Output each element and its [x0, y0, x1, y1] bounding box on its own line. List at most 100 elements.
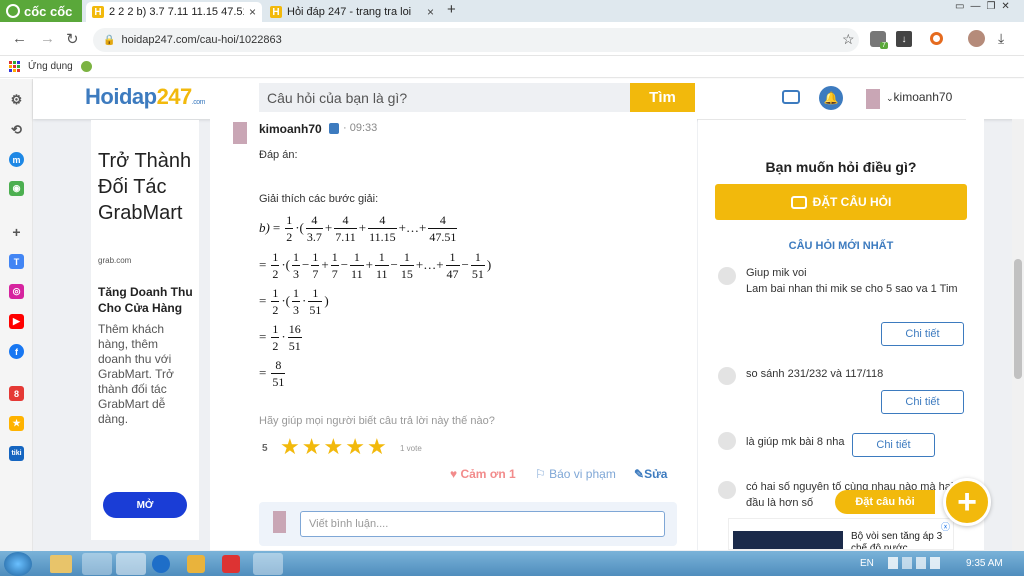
answer-author[interactable]: kimoanh70 [259, 122, 322, 136]
comment-avatar [273, 511, 286, 533]
math-num: 1 [293, 285, 300, 300]
question-avatar [718, 267, 736, 285]
float-ask-button[interactable]: + [943, 478, 991, 526]
app-taskbar-icon[interactable] [253, 553, 283, 575]
question-detail-button[interactable]: Chi tiết [852, 433, 935, 457]
start-button[interactable] [4, 552, 32, 576]
explorer-taskbar-icon[interactable] [50, 555, 72, 573]
math-frac: 4 11.15 [368, 214, 397, 243]
window-maximize-button[interactable]: ❐ [986, 1, 995, 12]
math-frac: 12 [271, 251, 280, 280]
lazada-icon[interactable]: ★ [9, 416, 24, 431]
hoidap-favicon-icon: H [270, 6, 282, 18]
question-text[interactable]: so sánh 231/232 và 117/118 [746, 366, 966, 382]
forward-arrow-icon[interactable]: → [40, 30, 55, 47]
translate-icon[interactable]: T [9, 254, 24, 269]
edit-label: Sửa [644, 467, 668, 481]
messenger-icon[interactable]: m [9, 152, 24, 167]
star-icon[interactable]: ★ [367, 436, 387, 458]
sidebar-ad-text: Bộ vòi sen tăng áp 3 chế độ nước [851, 531, 943, 550]
media-taskbar-icon[interactable] [187, 555, 205, 573]
tab-close-icon[interactable]: × [427, 5, 434, 19]
question-detail-button[interactable]: Chi tiết [881, 390, 964, 414]
instagram-icon[interactable]: ◎ [9, 284, 24, 299]
comment-input[interactable]: Viết bình luận.... [300, 511, 665, 537]
new-tab-button[interactable]: + [447, 1, 456, 18]
volume-icon[interactable] [930, 557, 940, 569]
math-line-5: = 8 51 [259, 357, 287, 389]
chat-icon[interactable] [782, 90, 800, 104]
window-minimize-button[interactable]: — [970, 1, 980, 12]
search-input[interactable]: Câu hỏi của bạn là gì? [259, 83, 631, 112]
question-avatar [718, 367, 736, 385]
rating-value: 5 [262, 443, 268, 454]
network-icon[interactable] [916, 557, 926, 569]
address-bar[interactable]: 🔒 hoidap247.com/cau-hoi/1022863 [93, 28, 859, 52]
facebook-icon[interactable]: f [9, 344, 24, 359]
question-text[interactable]: Giup mik voi Lam bai nhan thi mik se cho… [746, 265, 966, 297]
sidebar-ad[interactable]: Bộ vòi sen tăng áp 3 chế độ nước ⓧ [728, 518, 954, 550]
paint-taskbar-icon[interactable] [222, 555, 240, 573]
extension-badge: 7 [880, 42, 888, 49]
notification-bell-icon[interactable]: 🔔 [819, 86, 843, 110]
history-icon[interactable]: ⟲ [9, 122, 24, 137]
ad-banner[interactable]: Trở Thành Đối Tác GrabMart grab.com Tăng… [91, 120, 199, 540]
tab-question[interactable]: H 2 2 2 b) 3.7 7.11 11.15 47.51 - × [86, 2, 262, 22]
download-manager-icon[interactable]: ↓ [896, 31, 912, 47]
ad-open-button[interactable]: MỞ [103, 492, 187, 518]
game-controller-icon[interactable]: ◉ [9, 181, 24, 196]
tray-icon[interactable] [902, 557, 912, 569]
bookmark-star-icon[interactable]: ☆ [842, 31, 855, 48]
tab-hoidap[interactable]: H Hỏi đáp 247 - trang tra loi × [264, 2, 440, 22]
star-icon[interactable]: ★ [302, 436, 322, 458]
add-sidebar-icon[interactable]: + [9, 224, 24, 240]
tiki-icon[interactable]: tiki [9, 446, 24, 461]
coccoc-extension-icon[interactable] [930, 32, 943, 45]
site-logo[interactable]: Hoidap247.com [85, 84, 205, 110]
coccoc-logo-icon [6, 4, 20, 18]
math-num: 16 [288, 321, 301, 336]
edit-button[interactable]: ✎Sửa [634, 467, 667, 481]
page-scrollbar[interactable] [1012, 119, 1024, 551]
star-icon[interactable]: ★ [280, 436, 300, 458]
profile-avatar[interactable] [968, 30, 985, 47]
user-avatar[interactable] [866, 89, 880, 109]
math-frac: 1 11 [374, 251, 389, 280]
star-icon[interactable]: ★ [323, 436, 343, 458]
bookmark-apps-label[interactable]: Ứng dụng [28, 61, 73, 72]
coccoc-taskbar-icon[interactable] [116, 553, 146, 575]
star-icon[interactable]: ★ [345, 436, 365, 458]
download-icon[interactable]: ⤓ [998, 30, 1004, 47]
tray-icon[interactable] [888, 557, 898, 569]
back-arrow-icon[interactable]: ← [12, 30, 27, 47]
clock[interactable]: 9:35 AM [966, 558, 1003, 569]
ie-taskbar-icon[interactable] [82, 553, 112, 575]
apps-grid-icon[interactable] [9, 61, 20, 72]
search-button[interactable]: Tìm [630, 83, 695, 112]
answer-author-avatar[interactable] [233, 122, 247, 144]
rating-stars[interactable]: ★ ★ ★ ★ ★ [280, 436, 387, 458]
shopee-icon[interactable]: 8 [9, 386, 24, 401]
report-button[interactable]: ⚐ Báo vi phạm [535, 467, 616, 481]
bookmark-leaf-icon[interactable] [80, 61, 92, 72]
math-num: 8 [275, 357, 282, 372]
math-eq: = [259, 257, 267, 272]
user-menu[interactable]: ⌄kimoanh70 [886, 90, 952, 104]
report-label: Báo vi phạm [549, 467, 616, 481]
float-ask-label[interactable]: Đặt câu hỏi [835, 490, 935, 514]
browser-taskbar-icon[interactable] [152, 555, 170, 573]
thanks-button[interactable]: ♥ Cảm ơn 1 [450, 467, 516, 481]
settings-gear-icon[interactable]: ⚙ [9, 92, 24, 107]
scrollbar-thumb[interactable] [1014, 259, 1022, 379]
tab-hoidap-title: Hỏi đáp 247 - trang tra loi [287, 6, 412, 18]
youtube-icon[interactable]: ▶ [9, 314, 24, 329]
reload-icon[interactable]: ↻ [66, 30, 79, 48]
question-detail-button[interactable]: Chi tiết [881, 322, 964, 346]
input-language[interactable]: EN [860, 558, 874, 569]
window-close-button[interactable]: ✕ [1001, 1, 1009, 12]
ad-choices-icon[interactable]: ⓧ [941, 520, 950, 533]
window-restore-tab-button[interactable]: ▭ [955, 1, 964, 12]
browser-brand-button[interactable]: cốc cốc [0, 0, 82, 22]
tab-close-icon[interactable]: × [249, 5, 256, 19]
ask-question-button[interactable]: ĐẶT CÂU HỎI [715, 184, 967, 220]
